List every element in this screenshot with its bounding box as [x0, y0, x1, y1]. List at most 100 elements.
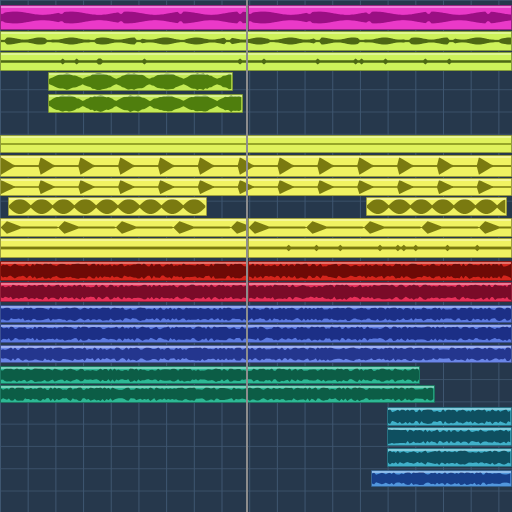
arrangement-view[interactable] [0, 0, 512, 512]
waveform [1, 143, 511, 145]
waveform [388, 450, 511, 465]
audio-region[interactable] [0, 31, 512, 51]
region-header [1, 283, 247, 285]
audio-region[interactable] [371, 470, 512, 487]
audio-region[interactable] [0, 178, 512, 196]
waveform [1, 386, 434, 402]
region-header [1, 346, 511, 348]
audio-region[interactable] [0, 282, 248, 302]
audio-region[interactable] [0, 305, 512, 323]
waveform [1, 246, 247, 250]
track-lane [0, 135, 512, 153]
waveform [1, 157, 511, 175]
region-header [249, 283, 511, 285]
region-header [1, 32, 511, 34]
region-header [372, 471, 511, 473]
audio-region[interactable] [48, 94, 243, 113]
region-header [9, 198, 206, 200]
audio-region[interactable] [366, 197, 507, 216]
region-header [249, 6, 511, 8]
audio-region[interactable] [0, 385, 435, 403]
audio-region[interactable] [0, 345, 512, 363]
audio-region[interactable] [387, 407, 512, 426]
waveform [49, 73, 232, 90]
track-lane [0, 31, 512, 51]
playhead[interactable] [246, 0, 248, 512]
track-lane [0, 427, 512, 446]
region-header [1, 325, 511, 327]
region-header [249, 239, 511, 241]
track-lane [0, 197, 512, 216]
audio-region[interactable] [248, 218, 512, 237]
track-lane [0, 470, 512, 487]
audio-region[interactable] [248, 5, 512, 30]
audio-region[interactable] [387, 448, 512, 467]
region-header [1, 53, 511, 55]
audio-region[interactable] [8, 197, 207, 216]
audio-region[interactable] [48, 72, 233, 91]
audio-region[interactable] [387, 427, 512, 446]
waveform [1, 367, 419, 383]
region-header [1, 306, 511, 308]
waveform [249, 221, 511, 234]
track-lane [0, 261, 512, 281]
waveform [249, 244, 511, 252]
track-lane [0, 5, 512, 30]
waveform [1, 284, 247, 300]
audio-region[interactable] [248, 282, 512, 302]
waveform [388, 429, 511, 444]
region-header [249, 219, 511, 221]
waveform [1, 179, 511, 195]
region-header [1, 386, 434, 388]
audio-region[interactable] [0, 155, 512, 177]
audio-region[interactable] [0, 52, 512, 71]
region-header [1, 179, 511, 181]
region-header [49, 73, 232, 75]
waveform [1, 307, 511, 321]
waveform [372, 471, 511, 486]
track-lane [0, 155, 512, 177]
track-lane [0, 305, 512, 323]
waveform [1, 221, 247, 234]
track-lane [0, 72, 512, 91]
waveform [1, 11, 247, 24]
region-header [1, 156, 511, 158]
waveform [1, 58, 511, 65]
track-lane [0, 94, 512, 113]
region-header [1, 239, 247, 241]
waveform [388, 408, 511, 425]
region-header [367, 198, 506, 200]
audio-region[interactable] [0, 238, 248, 258]
audio-region[interactable] [248, 238, 512, 258]
region-header [1, 262, 247, 264]
waveform [249, 284, 511, 300]
track-lane [0, 366, 512, 384]
track-lane [0, 178, 512, 196]
audio-region[interactable] [0, 135, 512, 153]
track-lane [0, 385, 512, 403]
audio-region[interactable] [0, 324, 512, 343]
audio-region[interactable] [0, 218, 248, 237]
waveform [249, 263, 511, 279]
waveform [367, 198, 506, 215]
audio-region[interactable] [0, 366, 420, 384]
waveform [249, 11, 511, 24]
waveform [1, 325, 511, 342]
audio-region[interactable] [0, 5, 248, 30]
track-lane [0, 52, 512, 71]
track-lane [0, 324, 512, 343]
region-header [249, 262, 511, 264]
region-header [1, 6, 247, 8]
region-header [1, 136, 511, 138]
track-lane [0, 238, 512, 258]
region-header [388, 408, 511, 410]
waveform [1, 346, 511, 362]
track-lane [0, 282, 512, 302]
region-header [1, 219, 247, 221]
waveform [9, 198, 206, 215]
region-header [49, 95, 242, 97]
audio-region[interactable] [248, 261, 512, 281]
track-lane [0, 407, 512, 426]
audio-region[interactable] [0, 261, 248, 281]
waveform [49, 95, 242, 112]
